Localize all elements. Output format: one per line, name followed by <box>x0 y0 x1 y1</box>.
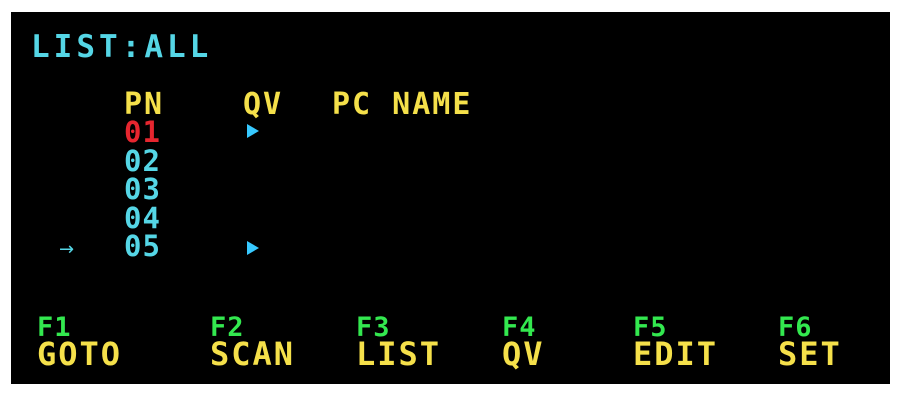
function-label-set[interactable]: SET <box>778 338 842 370</box>
function-label-scan[interactable]: SCAN <box>210 338 295 370</box>
function-label-list[interactable]: LIST <box>356 338 441 370</box>
right-arrow-icon: → <box>59 239 75 260</box>
port-number-03[interactable]: 03 <box>124 175 161 204</box>
column-header-qv: QV <box>243 87 284 122</box>
function-label-goto[interactable]: GOTO <box>37 338 122 370</box>
port-number-01[interactable]: 01 <box>124 118 161 147</box>
qv-marker-icon <box>247 124 259 138</box>
osd-screen: LIST:ALL PN QV PC NAME 01 02 03 04 → 05 … <box>11 12 890 384</box>
list-title: LIST:ALL <box>31 29 213 65</box>
qv-marker-icon <box>247 241 259 255</box>
column-header-pc-name: PC NAME <box>332 87 473 122</box>
port-number-05[interactable]: 05 <box>124 232 161 261</box>
function-label-edit[interactable]: EDIT <box>633 338 718 370</box>
function-label-qv[interactable]: QV <box>502 338 545 370</box>
